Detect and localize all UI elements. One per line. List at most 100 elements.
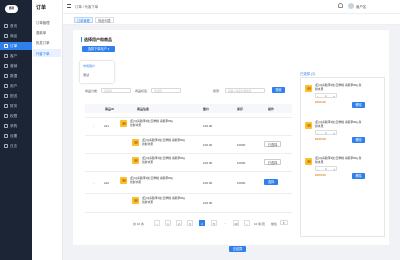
goto-page-input[interactable]: 5 <box>280 220 288 225</box>
sidebar-item-settings[interactable]: 设置 <box>4 132 17 140</box>
product-name: [四川]青脆李3处 四季桃 青脆李80g 新鲜水果 <box>142 196 185 204</box>
product-price: 100.00 <box>203 181 213 185</box>
sidebar-item-order[interactable]: 订单 <box>0 42 32 50</box>
subnav-item-refund[interactable]: 退款单 <box>36 30 46 35</box>
product-name: [四川]青脆李3处 四季桃 青脆李80g 新鲜水果 <box>130 176 173 184</box>
cart-item-price: ¥100.00 <box>315 137 326 141</box>
tab-order-manage[interactable]: 订单管理 <box>74 17 93 23</box>
sidebar-item-product[interactable]: 商品 <box>4 32 17 40</box>
sidebar-item-home[interactable]: 首页 <box>4 22 17 30</box>
quantity-stepper[interactable]: −1 + <box>315 166 337 171</box>
product-price: 100.00 <box>203 124 213 128</box>
plus-icon[interactable]: + <box>333 167 335 171</box>
page-button[interactable]: 10 <box>233 220 239 226</box>
plus-icon[interactable]: + <box>333 131 335 135</box>
sidebar-item-customer[interactable]: 客户 <box>4 52 17 60</box>
minus-icon[interactable]: − <box>317 131 319 135</box>
expand-icon[interactable]: − <box>93 181 95 185</box>
sidebar-item-data[interactable]: 数据 <box>4 72 17 80</box>
avatar[interactable] <box>348 3 354 9</box>
row-divider <box>85 193 292 194</box>
cart-item-name: [四川]青脆李3处 四季桃 青脆李80g 新鲜水果 <box>315 83 362 91</box>
log-icon <box>4 144 8 148</box>
next-page-button[interactable]: › <box>244 220 250 226</box>
row-divider <box>85 171 292 172</box>
product-name: [四川]青脆李3处 四季桃 青脆李80g 新鲜水果 <box>130 119 173 127</box>
page-button[interactable]: 1 <box>165 220 171 226</box>
chart-icon <box>4 74 8 78</box>
sidebar-item-user[interactable]: 用户 <box>4 82 17 90</box>
product-name: [四川]青脆李3处 四季桃 青脆李80g 新鲜水果 <box>142 156 185 164</box>
section-title: 选择用户和商品 <box>84 37 112 42</box>
selected-button[interactable]: 已选择 <box>264 141 281 147</box>
expand-icon[interactable]: − <box>93 124 95 128</box>
product-price: 100.00 <box>203 143 213 147</box>
product-thumbnail <box>305 158 312 165</box>
product-price: 100.00 <box>203 161 213 165</box>
page-button[interactable]: 2 <box>176 220 182 226</box>
page-size-select[interactable]: 10 条/页 <box>254 222 265 226</box>
row-divider <box>85 153 292 154</box>
search-button[interactable]: 搜索 <box>272 87 285 93</box>
menu-toggle-icon[interactable] <box>67 4 71 8</box>
subnav-item-order-manage[interactable]: 订单管理 <box>36 20 50 25</box>
remove-button[interactable]: 移除 <box>352 137 365 143</box>
sidebar-item-marketing[interactable]: 营销 <box>4 62 17 70</box>
page-button[interactable]: 5 <box>211 220 217 226</box>
cart-item-name: [四川]青脆李3处 四季桃 青脆李80g 新鲜水果 <box>315 120 362 128</box>
order-icon <box>4 44 8 48</box>
column-header: 商品信息 <box>137 107 150 111</box>
select-button[interactable]: 选择 <box>264 179 278 185</box>
section-marker <box>81 37 82 42</box>
minus-icon[interactable]: − <box>317 94 319 98</box>
prev-page-button[interactable]: ‹ <box>154 220 160 226</box>
user-name[interactable]: 用户名 <box>356 4 366 9</box>
column-header: 库存 <box>237 107 244 111</box>
selected-button[interactable]: 已选择 <box>264 159 281 165</box>
quantity-stepper[interactable]: −1 + <box>315 93 337 98</box>
product-thumbnail <box>120 120 127 127</box>
subnav-item-wholesale[interactable]: 批发订单 <box>36 40 50 45</box>
sidebar-item-permission[interactable]: 权限 <box>4 112 17 120</box>
sidebar-item-delivery[interactable]: 配送 <box>4 92 17 100</box>
remove-button[interactable]: 移除 <box>352 102 365 108</box>
tag-select[interactable]: 请选择 <box>151 88 181 93</box>
user-icon <box>4 84 8 88</box>
sidebar-item-purchase[interactable]: 采购 <box>4 122 17 130</box>
product-thumbnail <box>120 177 127 184</box>
page-button[interactable]: 3 <box>187 220 193 226</box>
table-header <box>85 104 292 113</box>
cart-item-price: ¥100.00 <box>315 173 326 177</box>
search-input[interactable]: 请输入商品名称搜索 <box>225 88 265 93</box>
select-user-button[interactable]: 选择下单用户 ▾ <box>82 46 115 52</box>
customer-icon <box>4 54 8 58</box>
breadcrumb: 订单 / 代客下单 <box>75 5 99 9</box>
product-price: 100.00 <box>203 201 213 205</box>
search-label: 搜索: <box>213 89 220 93</box>
column-header: 操作 <box>268 107 275 111</box>
sidebar-item-finance[interactable]: 财务 <box>4 102 17 110</box>
dropdown-item[interactable]: 市场用户 <box>83 64 95 68</box>
plus-icon[interactable]: + <box>333 94 335 98</box>
remove-button[interactable]: 移除 <box>352 173 365 179</box>
checkout-button[interactable]: 去结算 <box>229 246 246 252</box>
product-stock: 10000 <box>237 143 246 147</box>
app-logo: 德利 <box>5 5 18 13</box>
dropdown-item[interactable]: 测试 <box>83 73 89 77</box>
row-divider <box>85 135 292 136</box>
product-id: 241 <box>104 124 110 128</box>
tab-product-list[interactable]: 商品列表 <box>95 17 114 23</box>
cart-item-price: ¥100.00 <box>315 100 326 104</box>
category-select[interactable]: 请选择 <box>101 88 131 93</box>
page-button-current[interactable]: 4 <box>199 220 205 226</box>
minus-icon[interactable]: − <box>317 167 319 171</box>
category-label: 商品分类: <box>85 89 98 93</box>
tag-label: 商品标签: <box>135 89 148 93</box>
sidebar-item-log[interactable]: 日志 <box>4 142 17 150</box>
cart-icon <box>4 124 8 128</box>
bell-icon[interactable] <box>338 3 343 8</box>
quantity-stepper[interactable]: −1 + <box>315 130 337 135</box>
pagination-total: 共 10 条 <box>133 222 145 226</box>
subnav-item-proxy-order[interactable]: 代客下单 <box>33 49 61 57</box>
truck-icon <box>4 94 8 98</box>
